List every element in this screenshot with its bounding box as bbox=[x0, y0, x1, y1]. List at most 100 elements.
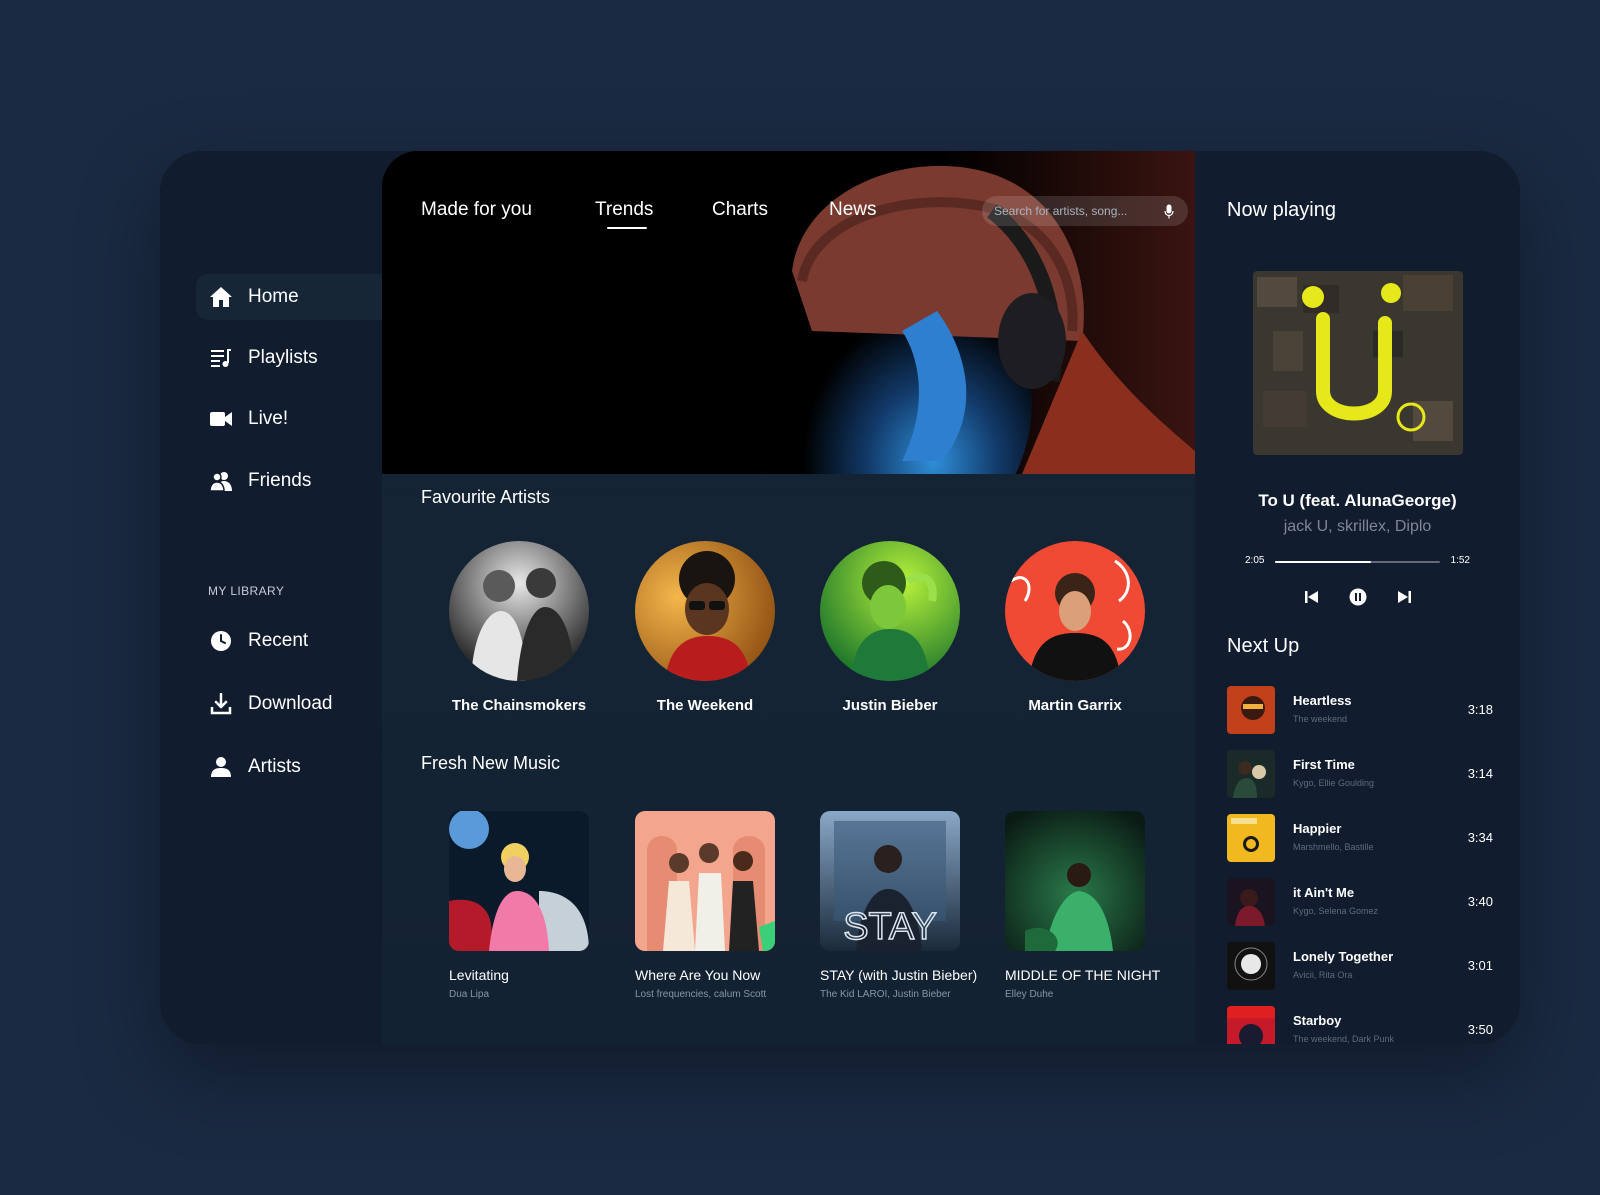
sidebar-item-artists[interactable]: Artists bbox=[196, 744, 382, 790]
now-playing-artists: jack U, skrillex, Diplo bbox=[1283, 518, 1432, 535]
tab-label: Trends bbox=[595, 199, 654, 220]
friends-icon bbox=[208, 468, 234, 494]
now-playing-song: To U (feat. AlunaGeorge) bbox=[1258, 491, 1457, 510]
track-artist: Kygo, Ellie Goulding bbox=[1293, 778, 1375, 788]
album-title: STAY (with Justin Bieber) bbox=[820, 967, 978, 983]
sidebar-item-live[interactable]: Live! bbox=[196, 396, 382, 442]
album-card[interactable]: MIDDLE OF THE NIGHT Elley Duhe bbox=[1005, 811, 1195, 1000]
track-artist: Marshmello, Bastille bbox=[1293, 842, 1374, 852]
next-up-item[interactable]: it Ain't Me Kygo, Selena Gomez 3:40 bbox=[1227, 878, 1497, 926]
track-title: Heartless bbox=[1293, 693, 1352, 708]
track-thumbnail bbox=[1227, 686, 1275, 734]
album-card[interactable]: Where Are You Now Lost frequencies, calu… bbox=[635, 811, 825, 1000]
album-card[interactable]: STAY STAY (with Justin Bieber) The Kid L… bbox=[820, 811, 1010, 1000]
track-title: Lonely Together bbox=[1293, 949, 1394, 964]
track-artist: Kygo, Selena Gomez bbox=[1293, 906, 1379, 916]
album-title: Where Are You Now bbox=[635, 967, 761, 983]
svg-text:STAY: STAY bbox=[843, 906, 937, 948]
album-artist: Lost frequencies, calum Scott bbox=[635, 989, 767, 1000]
playback-progress[interactable]: 2:05 1:52 bbox=[1245, 555, 1470, 569]
sidebar-item-label: Playlists bbox=[248, 347, 318, 368]
microphone-icon[interactable] bbox=[1162, 203, 1176, 219]
now-playing-title: Now playing bbox=[1227, 199, 1336, 221]
artist-card[interactable]: Justin Bieber bbox=[820, 541, 960, 714]
artist-avatar[interactable] bbox=[449, 541, 589, 681]
artist-name: The Chainsmokers bbox=[451, 697, 587, 714]
album-artist: The Kid LAROI, Justin Bieber bbox=[820, 989, 951, 1000]
playlist-icon bbox=[208, 345, 234, 371]
clock-icon bbox=[208, 628, 234, 654]
next-up-item[interactable]: Lonely Together Avicii, Rita Ora 3:01 bbox=[1227, 942, 1497, 990]
sidebar-item-home[interactable]: Home bbox=[196, 274, 382, 320]
album-cover[interactable] bbox=[1005, 811, 1145, 951]
artist-name: Justin Bieber bbox=[842, 697, 938, 714]
sidebar-item-label: Artists bbox=[248, 756, 301, 777]
album-artist: Dua Lipa bbox=[449, 989, 490, 1000]
user-icon bbox=[208, 754, 234, 780]
search-bar bbox=[982, 196, 1188, 226]
tab-news[interactable]: News bbox=[829, 199, 877, 221]
artist-card[interactable]: The Weekend bbox=[635, 541, 775, 714]
artist-name: The Weekend bbox=[656, 697, 754, 714]
track-title: First Time bbox=[1293, 757, 1355, 772]
search-input[interactable] bbox=[994, 204, 1162, 218]
album-cover[interactable]: STAY bbox=[820, 811, 960, 951]
sidebar-item-label: Download bbox=[248, 693, 333, 714]
elapsed-time: 2:05 bbox=[1245, 555, 1265, 566]
track-duration: 3:50 bbox=[1467, 1022, 1493, 1037]
track-thumbnail bbox=[1227, 750, 1275, 798]
now-playing-panel: Now playing To U (feat. AlunaGeorge) jac… bbox=[1195, 151, 1520, 1044]
sidebar-item-playlists[interactable]: Playlists bbox=[196, 335, 382, 381]
artist-name: Martin Garrix bbox=[1028, 697, 1122, 714]
album-card[interactable]: Levitating Dua Lipa bbox=[449, 811, 639, 1000]
download-icon bbox=[208, 691, 234, 717]
my-library-heading: MY LIBRARY bbox=[208, 584, 285, 598]
previous-icon[interactable] bbox=[1303, 588, 1321, 606]
tab-made-for-you[interactable]: Made for you bbox=[421, 199, 532, 221]
album-artist: Elley Duhe bbox=[1005, 989, 1054, 1000]
now-playing-cover bbox=[1253, 271, 1463, 455]
track-title: it Ain't Me bbox=[1293, 885, 1355, 900]
track-duration: 3:18 bbox=[1467, 702, 1493, 717]
next-up-item[interactable]: Heartless The weekend 3:18 bbox=[1227, 686, 1497, 734]
pause-icon[interactable] bbox=[1349, 588, 1367, 606]
next-up-item[interactable]: First Time Kygo, Ellie Goulding 3:14 bbox=[1227, 750, 1497, 798]
main-content: Made for you Trends Charts News Favourit… bbox=[382, 151, 1195, 1044]
track-title: Happier bbox=[1293, 821, 1342, 836]
active-tab-indicator bbox=[607, 227, 647, 229]
track-thumbnail bbox=[1227, 814, 1275, 862]
sidebar-item-label: Friends bbox=[248, 470, 312, 491]
tab-charts[interactable]: Charts bbox=[712, 199, 768, 221]
sidebar-item-friends[interactable]: Friends bbox=[196, 458, 382, 504]
sidebar-item-label: Live! bbox=[248, 408, 289, 429]
sidebar-item-download[interactable]: Download bbox=[196, 681, 382, 727]
next-up-item[interactable]: Happier Marshmello, Bastille 3:34 bbox=[1227, 814, 1497, 862]
progress-track[interactable] bbox=[1275, 561, 1440, 563]
next-icon[interactable] bbox=[1395, 588, 1413, 606]
sidebar-item-recent[interactable]: Recent bbox=[196, 618, 382, 664]
sidebar-item-label: Recent bbox=[248, 630, 309, 651]
sidebar-item-label: Home bbox=[248, 286, 299, 307]
progress-fill bbox=[1275, 561, 1371, 563]
track-duration: 3:34 bbox=[1467, 830, 1493, 845]
tab-trends[interactable]: Trends bbox=[595, 199, 654, 229]
sidebar: Home Playlists Live! Friends MY LIBRARY bbox=[160, 151, 382, 1044]
fresh-new-music-title: Fresh New Music bbox=[421, 753, 561, 773]
track-duration: 3:14 bbox=[1467, 766, 1493, 781]
track-thumbnail bbox=[1227, 942, 1275, 990]
artist-avatar[interactable] bbox=[820, 541, 960, 681]
next-up-item[interactable]: Starboy The weekend, Dark Punk 3:50 bbox=[1227, 1006, 1497, 1044]
album-cover[interactable] bbox=[449, 811, 589, 951]
track-duration: 3:01 bbox=[1467, 958, 1493, 973]
track-artist: The weekend bbox=[1293, 714, 1348, 724]
artist-avatar[interactable] bbox=[1005, 541, 1145, 681]
artist-card[interactable]: Martin Garrix bbox=[1005, 541, 1145, 714]
next-up-title: Next Up bbox=[1227, 635, 1300, 657]
album-title: MIDDLE OF THE NIGHT bbox=[1005, 967, 1161, 983]
track-artist: The weekend, Dark Punk bbox=[1293, 1034, 1395, 1044]
artist-card[interactable]: The Chainsmokers bbox=[449, 541, 589, 714]
artist-avatar[interactable] bbox=[635, 541, 775, 681]
playback-controls bbox=[1195, 588, 1520, 606]
track-duration: 3:40 bbox=[1467, 894, 1493, 909]
album-cover[interactable] bbox=[635, 811, 775, 951]
